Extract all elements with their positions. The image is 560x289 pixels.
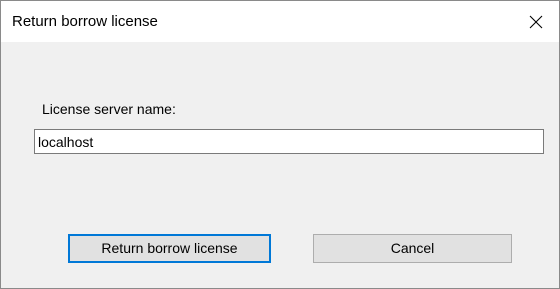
close-button[interactable]: [513, 1, 559, 42]
dialog-title: Return borrow license: [12, 13, 158, 30]
return-borrow-license-button[interactable]: Return borrow license: [68, 234, 271, 263]
license-server-input[interactable]: [34, 129, 544, 154]
cancel-button[interactable]: Cancel: [313, 234, 512, 263]
license-server-label: License server name:: [42, 101, 176, 117]
close-icon: [529, 15, 543, 28]
title-bar: Return borrow license: [1, 1, 559, 42]
dialog-window: Return borrow license License server nam…: [0, 0, 560, 289]
